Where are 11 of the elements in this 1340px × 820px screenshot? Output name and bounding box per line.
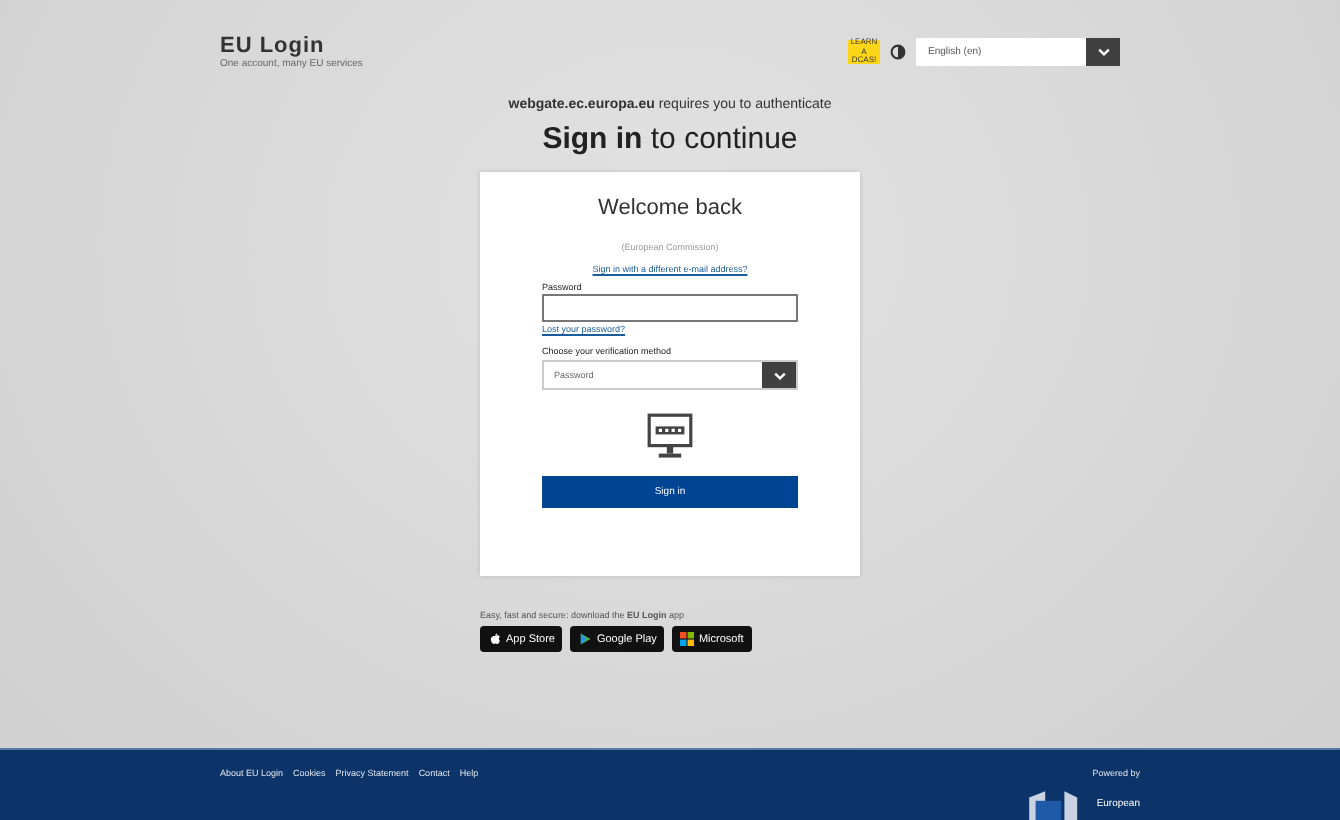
site-title: EU Login — [220, 34, 327, 58]
apple-icon — [488, 632, 502, 646]
windows-icon — [680, 632, 695, 646]
chevron-icon — [1095, 44, 1111, 60]
chevron-icon — [771, 367, 787, 383]
monitor-password-icon — [646, 412, 694, 460]
password-field[interactable] — [542, 294, 798, 322]
contrast-icon[interactable] — [890, 44, 906, 60]
page-heading: Sign in to continue — [542, 122, 798, 156]
play-icon — [578, 632, 593, 646]
welcome-heading: Welcome back — [598, 196, 742, 220]
